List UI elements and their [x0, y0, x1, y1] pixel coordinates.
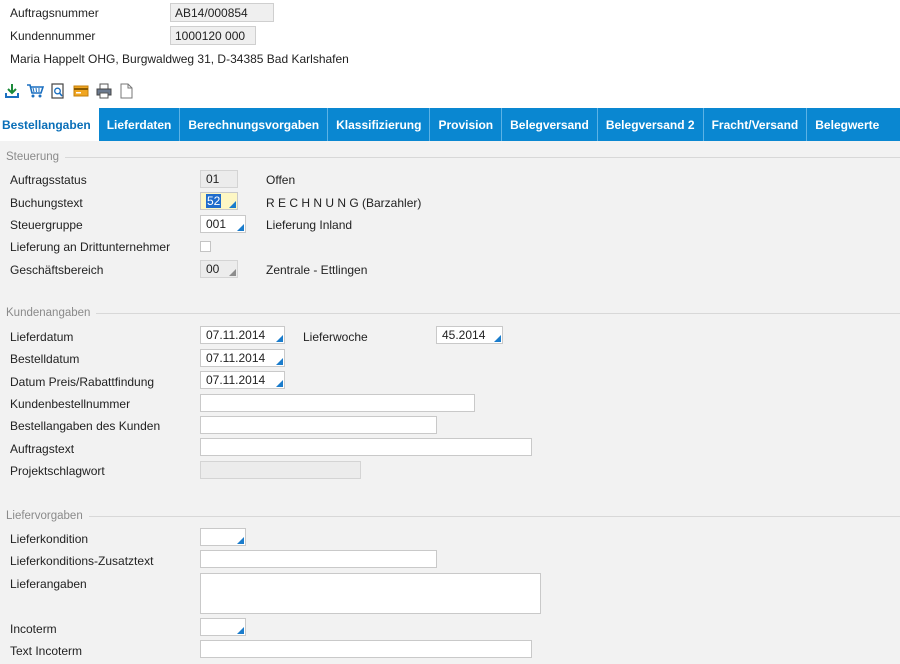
auftragsstatus-desc: Offen: [266, 173, 296, 187]
geschaeftsbereich-field: 00: [200, 260, 238, 278]
card-icon[interactable]: [69, 80, 92, 102]
tab-bar: Bestellangaben Lieferdaten Berechnungsvo…: [0, 108, 900, 141]
geschaeftsbereich-label: Geschäftsbereich: [10, 263, 104, 277]
header-area: Auftragsnummer AB14/000854 Kundennummer …: [0, 0, 900, 108]
datum-preis-label: Datum Preis/Rabattfindung: [10, 375, 155, 389]
buchungstext-desc: R E C H N U N G (Barzahler): [266, 196, 422, 210]
section-liefervorgaben-title: Liefervorgaben: [6, 510, 900, 522]
auftragsstatus-field: 01: [200, 170, 238, 188]
text-incoterm-label: Text Incoterm: [10, 644, 83, 658]
tab-fracht-versand[interactable]: Fracht/Versand: [704, 108, 808, 141]
steuergruppe-field[interactable]: 001: [200, 215, 246, 233]
section-kundenangaben-title: Kundenangaben: [6, 307, 900, 319]
kundenbestellnummer-field[interactable]: [200, 394, 475, 412]
lieferkond-zusatz-label: Lieferkonditions-Zusatztext: [10, 554, 154, 568]
projektschlagwort-label: Projektschlagwort: [10, 464, 105, 478]
section-divider: [65, 156, 900, 158]
projektschlagwort-field: [200, 461, 361, 479]
steuergruppe-label: Steuergruppe: [10, 218, 83, 232]
buchungstext-label: Buchungstext: [10, 196, 83, 210]
kundenbestellnummer-label: Kundenbestellnummer: [10, 397, 131, 411]
lieferangaben-label: Lieferangaben: [10, 577, 87, 591]
section-divider: [96, 312, 900, 314]
auftragstext-label: Auftragstext: [10, 442, 75, 456]
tab-klassifizierung[interactable]: Klassifizierung: [328, 108, 431, 141]
incoterm-field[interactable]: [200, 618, 246, 636]
tab-berechnungsvorgaben[interactable]: Berechnungsvorgaben: [180, 108, 329, 141]
lieferkondition-label: Lieferkondition: [10, 532, 89, 546]
bestelldatum-label: Bestelldatum: [10, 352, 80, 366]
lieferdatum-field[interactable]: 07.11.2014: [200, 326, 285, 344]
auftragsnummer-field: AB14/000854: [170, 3, 274, 22]
steuergruppe-desc: Lieferung Inland: [266, 218, 353, 232]
auftragstext-field[interactable]: [200, 438, 532, 456]
section-steuerung-title: Steuerung: [6, 151, 900, 163]
document-icon[interactable]: [115, 80, 138, 102]
buchungstext-value: 52: [206, 194, 222, 208]
cart-icon[interactable]: [23, 80, 46, 102]
incoterm-label: Incoterm: [10, 622, 57, 636]
download-icon[interactable]: [0, 80, 23, 102]
kundennummer-label: Kundennummer: [10, 29, 96, 43]
auftragsstatus-label: Auftragsstatus: [10, 173, 87, 187]
lieferwoche-label: Lieferwoche: [303, 330, 368, 344]
lieferkondition-field[interactable]: [200, 528, 246, 546]
datum-preis-field[interactable]: 07.11.2014: [200, 371, 285, 389]
section-steuerung-label: Steuerung: [6, 151, 60, 163]
lieferdatum-label: Lieferdatum: [10, 330, 74, 344]
print-preview-icon[interactable]: [46, 80, 69, 102]
tab-belegwerte[interactable]: Belegwerte: [807, 108, 887, 141]
auftragsnummer-label: Auftragsnummer: [10, 6, 99, 20]
lieferung-dritt-label: Lieferung an Drittunternehmer: [10, 240, 171, 254]
lieferangaben-textarea[interactable]: [200, 573, 541, 614]
lieferung-dritt-checkbox[interactable]: [200, 241, 211, 252]
lieferwoche-field[interactable]: 45.2014: [436, 326, 503, 344]
customer-address: Maria Happelt OHG, Burgwaldweg 31, D-343…: [10, 52, 349, 66]
section-liefervorgaben-label: Liefervorgaben: [6, 510, 83, 522]
section-divider: [88, 515, 900, 517]
tab-belegversand-2[interactable]: Belegversand 2: [598, 108, 704, 141]
geschaeftsbereich-desc: Zentrale - Ettlingen: [266, 263, 368, 277]
buchungstext-field[interactable]: 52: [200, 192, 238, 210]
printer-icon[interactable]: [92, 80, 115, 102]
tab-lieferdaten[interactable]: Lieferdaten: [99, 108, 181, 141]
tab-provision[interactable]: Provision: [430, 108, 503, 141]
section-kundenangaben-label: Kundenangaben: [6, 307, 91, 319]
tab-belegversand[interactable]: Belegversand: [502, 108, 598, 141]
bestellangaben-label: Bestellangaben des Kunden: [10, 419, 161, 433]
lieferkond-zusatz-field[interactable]: [200, 550, 437, 568]
tab-bestellangaben[interactable]: Bestellangaben: [0, 108, 99, 141]
toolbar: [0, 80, 138, 102]
kundennummer-field: 1000120 000: [170, 26, 256, 45]
text-incoterm-field[interactable]: [200, 640, 532, 658]
bestelldatum-field[interactable]: 07.11.2014: [200, 349, 285, 367]
bestellangaben-field[interactable]: [200, 416, 437, 434]
